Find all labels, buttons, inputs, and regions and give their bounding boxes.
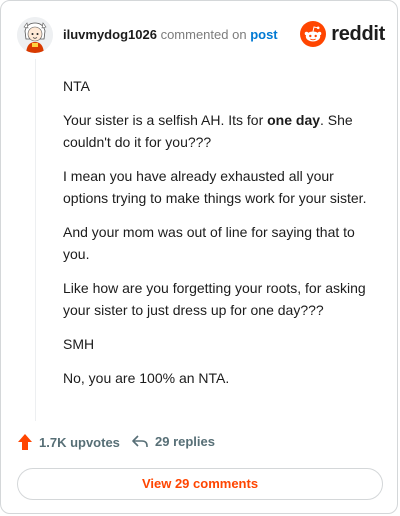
comment-actions: 1.7K upvotes 29 replies — [17, 433, 385, 455]
comment-paragraph: Your sister is a selfish AH. Its for one… — [63, 109, 381, 153]
comment-paragraph: NTA — [63, 78, 90, 94]
username[interactable]: iluvmydog1026 — [63, 27, 157, 42]
comment-meta: iluvmydog1026 commented on post — [63, 27, 278, 42]
upvote-button[interactable]: 1.7K upvotes — [17, 433, 120, 451]
commented-on-text: commented on — [160, 27, 247, 42]
view-comments-button[interactable]: View 29 comments — [17, 468, 383, 500]
comment-paragraph: SMH — [63, 336, 95, 352]
comment-body: NTA Your sister is a selfish AH. Its for… — [63, 75, 381, 401]
reddit-logo[interactable]: reddit — [300, 21, 385, 47]
reddit-logo-icon — [300, 21, 327, 47]
avatar[interactable] — [17, 17, 53, 53]
comment-paragraph: I mean you have already exhausted all yo… — [63, 168, 367, 206]
upvote-arrow-icon — [18, 434, 32, 450]
comment-header: iluvmydog1026 commented on post reddit — [17, 17, 385, 53]
comment-bold-text: one day — [267, 112, 321, 128]
thread-line[interactable] — [35, 59, 36, 421]
reply-count: 29 replies — [155, 433, 215, 449]
comment-paragraph: Like how are you forgetting your roots, … — [63, 280, 366, 318]
comment-text: Your sister is a selfish AH. Its for — [63, 112, 268, 128]
comment-paragraph: No, you are 100% an NTA. — [63, 370, 230, 386]
reddit-wordmark: reddit — [331, 22, 385, 45]
reply-arrow-icon — [132, 435, 148, 447]
avatar-character-icon — [17, 17, 53, 53]
upvote-count: 1.7K upvotes — [39, 434, 120, 450]
comment-paragraph: And your mom was out of line for saying … — [63, 224, 355, 262]
post-link[interactable]: post — [250, 27, 277, 42]
comment-card: iluvmydog1026 commented on post reddit N… — [0, 0, 398, 514]
reply-button[interactable]: 29 replies — [131, 433, 215, 449]
